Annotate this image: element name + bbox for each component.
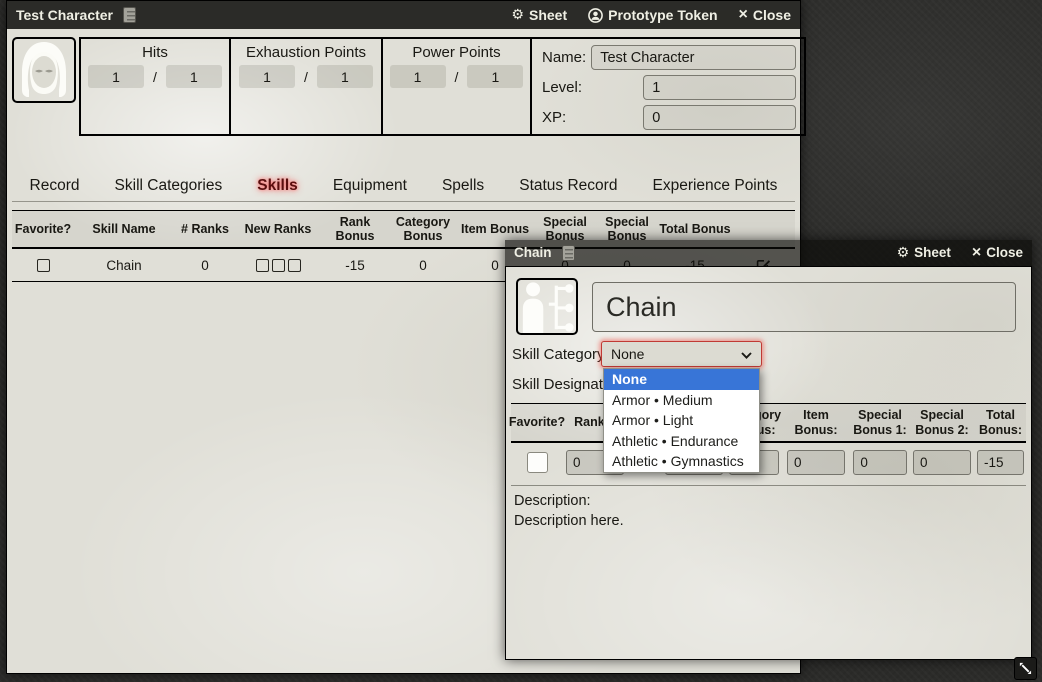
item-bonus-row — [511, 443, 1026, 481]
resize-handle[interactable] — [1014, 657, 1037, 680]
new-ranks-boxes — [256, 259, 301, 272]
item-bonus-value: 0 — [491, 258, 499, 273]
hits-max-input[interactable] — [166, 65, 222, 88]
special-bonus-2-input[interactable] — [913, 450, 971, 475]
stat-boxes: Hits / Exhaustion Points / — [79, 37, 806, 136]
power-max-input[interactable] — [467, 65, 523, 88]
skill-name-input[interactable] — [592, 282, 1016, 332]
favorite-checkbox[interactable] — [527, 452, 548, 473]
skill-tree-icon — [519, 281, 575, 333]
special-bonus-1-input[interactable] — [853, 450, 906, 475]
xp-label: XP: — [542, 109, 566, 126]
tab-equipment[interactable]: Equipment — [333, 177, 407, 195]
exhaustion-current-input[interactable] — [239, 65, 295, 88]
exhaustion-max-input[interactable] — [317, 65, 373, 88]
prototype-token-button[interactable]: Prototype Token — [588, 8, 717, 23]
window-title: Chain — [514, 246, 552, 260]
tab-experience-points[interactable]: Experience Points — [653, 177, 778, 195]
tab-spells[interactable]: Spells — [442, 177, 484, 195]
close-button[interactable]: × Close — [739, 7, 791, 23]
power-points-box: Power Points / — [383, 39, 532, 134]
divider — [511, 485, 1026, 486]
close-icon: × — [739, 7, 748, 23]
sheet-tabs: Record Skill Categories Skills Equipment… — [12, 171, 795, 202]
item-bonus-input[interactable] — [787, 450, 845, 475]
skill-category-dropdown: None Armor • Medium Armor • Light Athlet… — [603, 368, 760, 473]
exhaustion-label: Exhaustion Points — [231, 44, 381, 61]
hits-current-input[interactable] — [88, 65, 144, 88]
tab-status-record[interactable]: Status Record — [519, 177, 617, 195]
name-label: Name: — [542, 49, 586, 66]
character-portrait[interactable] — [12, 37, 76, 103]
dropdown-option-armor-light[interactable]: Armor • Light — [604, 410, 759, 431]
level-label: Level: — [542, 79, 582, 96]
gear-icon: ⚙ — [897, 246, 910, 260]
identity-box: Name: Level: XP: — [532, 39, 804, 134]
header-stats-row: Hits / Exhaustion Points / — [12, 37, 795, 136]
dropdown-option-athletic-gymnastics[interactable]: Athletic • Gymnastics — [604, 451, 759, 472]
power-separator: / — [455, 69, 459, 85]
description-label: Description: — [514, 493, 591, 509]
skill-item-titlebar[interactable]: Chain ⚙ Sheet × Close — [505, 240, 1032, 266]
category-bonus-value: 0 — [419, 258, 427, 273]
skill-item-body: Skill Category None Skill Designation Fa… — [505, 266, 1032, 660]
total-bonus-input[interactable] — [977, 450, 1024, 475]
chevron-down-icon — [741, 346, 752, 362]
document-icon — [123, 7, 136, 23]
skill-category-select[interactable]: None — [601, 341, 762, 367]
sheet-config-button[interactable]: ⚙ Sheet — [897, 246, 951, 260]
ranks-value: 0 — [201, 258, 209, 273]
gear-icon: ⚙ — [511, 8, 524, 22]
hits-separator: / — [153, 69, 157, 85]
new-rank-checkbox-1[interactable] — [256, 259, 269, 272]
document-icon — [562, 245, 575, 261]
desktop-background: { "main_window": { "title": "Test Charac… — [0, 0, 1042, 682]
item-table-header: Favorite? Ranks: New Ranks: Rank Bonus: … — [511, 403, 1026, 443]
window-title: Test Character — [16, 8, 113, 22]
xp-input[interactable] — [643, 105, 796, 130]
selected-option: None — [611, 346, 644, 362]
new-rank-checkbox-2[interactable] — [272, 259, 285, 272]
tab-skill-categories[interactable]: Skill Categories — [115, 177, 223, 195]
dropdown-option-armor-medium[interactable]: Armor • Medium — [604, 390, 759, 411]
hits-label: Hits — [81, 44, 229, 61]
tab-skills[interactable]: Skills — [257, 177, 298, 195]
exhaustion-separator: / — [304, 69, 308, 85]
skill-item-window: Chain ⚙ Sheet × Close — [505, 240, 1032, 660]
skill-item-portrait[interactable] — [516, 278, 578, 335]
sheet-config-button[interactable]: ⚙ Sheet — [511, 8, 567, 22]
mystery-man-icon — [16, 40, 72, 100]
rank-bonus-value: -15 — [345, 258, 365, 273]
favorite-checkbox[interactable] — [37, 259, 50, 272]
exhaustion-box: Exhaustion Points / — [231, 39, 383, 134]
skill-name: Chain — [106, 258, 141, 273]
name-input[interactable] — [591, 45, 796, 70]
character-sheet-titlebar[interactable]: Test Character ⚙ Sheet Prototype Token ×… — [7, 1, 800, 29]
tab-record[interactable]: Record — [30, 177, 80, 195]
close-button[interactable]: × Close — [972, 245, 1023, 261]
dropdown-option-athletic-endurance[interactable]: Athletic • Endurance — [604, 431, 759, 452]
power-current-input[interactable] — [390, 65, 446, 88]
hits-box: Hits / — [81, 39, 231, 134]
user-circle-icon — [588, 8, 603, 23]
level-input[interactable] — [643, 75, 796, 100]
close-icon: × — [972, 245, 981, 261]
power-points-label: Power Points — [383, 44, 530, 61]
description-text: Description here. — [514, 513, 624, 529]
skill-category-label: Skill Category — [512, 346, 605, 363]
new-rank-checkbox-3[interactable] — [288, 259, 301, 272]
resize-arrow-icon — [1018, 661, 1033, 676]
dropdown-option-none[interactable]: None — [604, 369, 759, 390]
